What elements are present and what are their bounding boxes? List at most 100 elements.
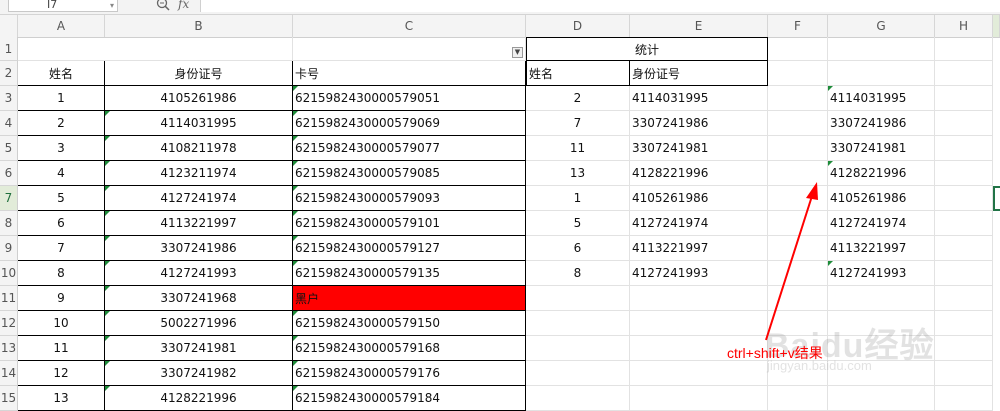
cell-h[interactable] [935,111,993,136]
right-row-id[interactable]: 4113221997 [630,236,768,261]
table-row-id[interactable]: 3307241986 [105,236,293,261]
cell-h[interactable] [935,86,993,111]
g-row-id[interactable]: 4105261986 [828,186,935,211]
cell-c1[interactable]: ▼ [293,37,526,61]
column-header-a[interactable]: A [18,15,105,37]
cell-g[interactable] [828,386,935,411]
cell-h[interactable] [935,186,993,211]
cell-f1[interactable] [768,37,828,61]
header-right-name[interactable]: 姓名 [526,61,630,86]
table-row-name[interactable]: 2 [18,111,105,136]
table-row-name[interactable]: 4 [18,161,105,186]
cell-f[interactable] [768,311,828,336]
cell-f[interactable] [768,386,828,411]
row-header-6[interactable]: 6 [0,161,18,186]
table-row-id[interactable]: 3307241981 [105,336,293,361]
table-row-name[interactable]: 5 [18,186,105,211]
right-row-id[interactable]: 4127241993 [630,261,768,286]
table-row-name[interactable]: 9 [18,286,105,311]
cell-g[interactable] [828,311,935,336]
table-row-name[interactable]: 12 [18,361,105,386]
cell-f[interactable] [768,86,828,111]
table-row-card[interactable]: 6215982430000579101 [293,211,526,236]
table-row-name[interactable]: 7 [18,236,105,261]
cell-e[interactable] [630,311,768,336]
right-row-id[interactable]: 3307241981 [630,136,768,161]
g-row-id[interactable]: 4114031995 [828,86,935,111]
row-header-1[interactable]: 1 [0,37,18,61]
chevron-down-icon[interactable]: ▾ [110,0,114,12]
table-row-card[interactable]: 6215982430000579085 [293,161,526,186]
cell-e[interactable] [630,386,768,411]
table-row-card[interactable]: 6215982430000579168 [293,336,526,361]
table-row-card[interactable]: 6215982430000579184 [293,386,526,411]
right-row-id[interactable]: 4127241974 [630,211,768,236]
cell-a1[interactable] [18,37,293,61]
column-header-c[interactable]: C [293,15,526,37]
cell-g[interactable] [828,336,935,361]
cell-g[interactable] [828,361,935,386]
table-row-id[interactable]: 4123211974 [105,161,293,186]
table-row-card[interactable]: 6215982430000579150 [293,311,526,336]
table-row-card[interactable]: 6215982430000579127 [293,236,526,261]
table-row-id[interactable]: 4113221997 [105,211,293,236]
row-header-13[interactable]: 13 [0,336,18,361]
right-row-name[interactable]: 11 [526,136,630,161]
header-name[interactable]: 姓名 [18,61,105,86]
row-header-5[interactable]: 5 [0,136,18,161]
column-header-e[interactable]: E [630,15,768,37]
g-row-id[interactable]: 4128221996 [828,161,935,186]
cell-h[interactable] [935,236,993,261]
row-header-11[interactable]: 11 [0,286,18,311]
table-row-card[interactable]: 6215982430000579069 [293,111,526,136]
cell-h[interactable] [935,211,993,236]
column-header-i[interactable] [993,15,1000,37]
cell-h[interactable] [935,386,993,411]
cell-f[interactable] [768,161,828,186]
cell-h[interactable] [935,161,993,186]
table-row-id[interactable]: 4114031995 [105,111,293,136]
row-header-14[interactable]: 14 [0,361,18,386]
row-header-7[interactable]: 7 [0,186,18,211]
g-row-id[interactable]: 4127241974 [828,211,935,236]
table-row-name[interactable]: 3 [18,136,105,161]
g-row-id[interactable]: 3307241981 [828,136,935,161]
row-header-2[interactable]: 2 [0,61,18,86]
table-row-id[interactable]: 4128221996 [105,386,293,411]
right-row-name[interactable]: 2 [526,86,630,111]
row-header-3[interactable]: 3 [0,86,18,111]
column-header-f[interactable]: F [768,15,828,37]
table-row-id[interactable]: 4127241993 [105,261,293,286]
cell-f[interactable] [768,186,828,211]
formula-input[interactable] [200,0,1000,12]
filter-dropdown-icon[interactable]: ▼ [512,47,523,58]
g-row-id[interactable]: 4113221997 [828,236,935,261]
right-row-name[interactable]: 13 [526,161,630,186]
table-row-name[interactable]: 1 [18,86,105,111]
header-right-id[interactable]: 身份证号 [630,61,768,86]
row-header-4[interactable]: 4 [0,111,18,136]
table-row-name[interactable]: 10 [18,311,105,336]
cell-d11[interactable] [526,286,630,311]
row-header-8[interactable]: 8 [0,211,18,236]
cell-d[interactable] [526,386,630,411]
table-row-card-flagged[interactable]: 黑户 [293,286,526,311]
table-row-id[interactable]: 3307241968 [105,286,293,311]
column-header-h[interactable]: H [935,15,993,37]
table-row-name[interactable]: 11 [18,336,105,361]
selected-cell-i7[interactable] [993,186,1000,211]
table-row-card[interactable]: 6215982430000579077 [293,136,526,161]
column-header-b[interactable]: B [105,15,293,37]
table-row-card[interactable]: 6215982430000579135 [293,261,526,286]
cell-d1-tongji[interactable]: 统计 [526,37,768,61]
table-row-id[interactable]: 3307241982 [105,361,293,386]
table-row-id[interactable]: 4127241974 [105,186,293,211]
cell-f[interactable] [768,236,828,261]
cell-f2[interactable] [768,61,828,86]
right-row-id[interactable]: 4105261986 [630,186,768,211]
header-id[interactable]: 身份证号 [105,61,293,86]
cell-h[interactable] [935,361,993,386]
cell-f[interactable] [768,261,828,286]
cell-f[interactable] [768,286,828,311]
right-row-name[interactable]: 5 [526,211,630,236]
